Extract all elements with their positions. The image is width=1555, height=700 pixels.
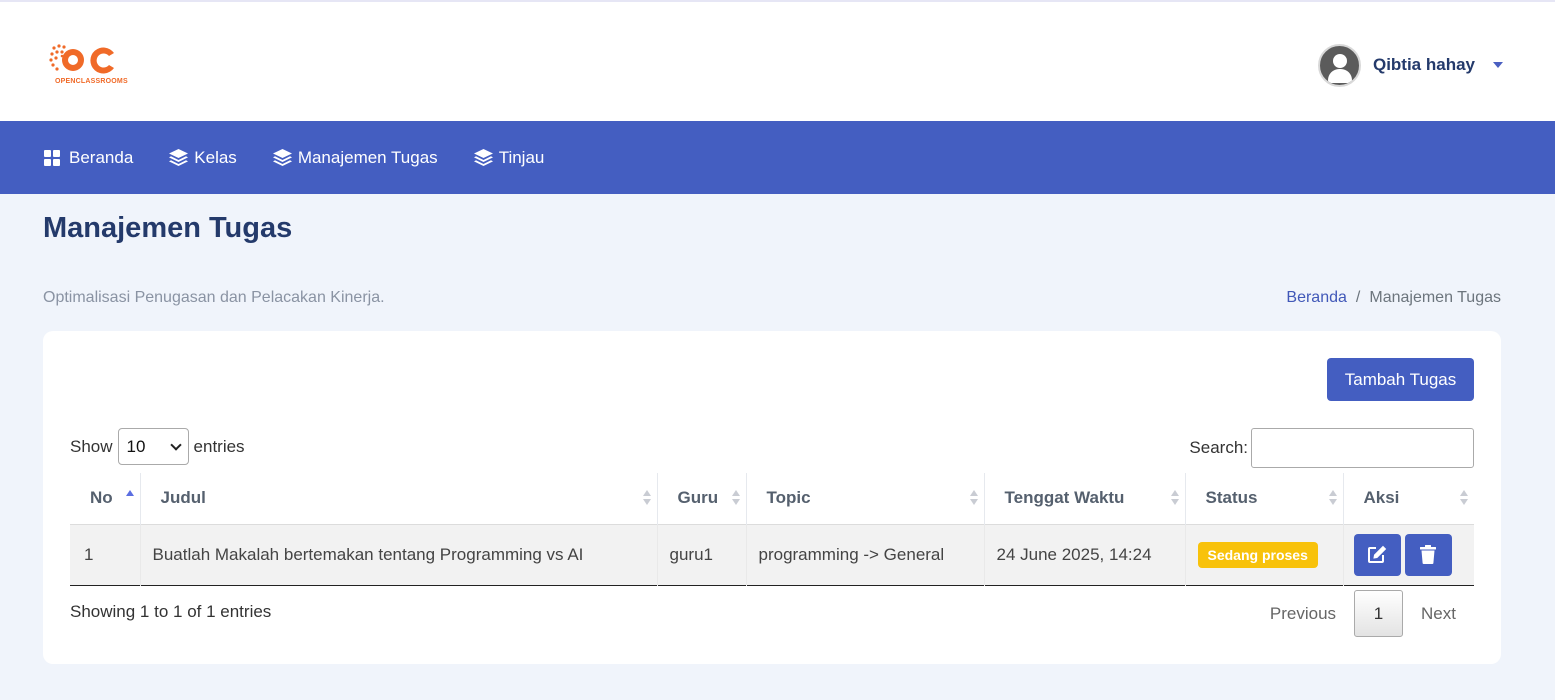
search-label: Search:	[1189, 438, 1248, 457]
delete-button[interactable]	[1404, 533, 1452, 576]
show-label: Show	[70, 436, 113, 456]
nav-item-manajemen-tugas[interactable]: Manajemen Tugas	[272, 147, 438, 168]
trash-icon	[1420, 545, 1436, 564]
entries-select-value: 10	[126, 436, 146, 456]
page-button-1[interactable]: 1	[1354, 590, 1404, 637]
main-nav: Beranda Kelas Manajemen Tugas Tinjau	[0, 121, 1555, 194]
edit-icon	[1368, 545, 1387, 563]
cell-guru: guru1	[657, 524, 747, 585]
status-badge: Sedang proses	[1197, 541, 1318, 568]
breadcrumb-current: Manajemen Tugas	[1369, 289, 1501, 306]
page-subtitle: Optimalisasi Penugasan dan Pelacakan Kin…	[43, 289, 385, 306]
chevron-down-icon	[169, 438, 182, 451]
nav-label: Tinjau	[498, 147, 545, 167]
cell-status: Sedang proses	[1185, 524, 1344, 585]
nav-label: Kelas	[194, 147, 237, 167]
pagination: Previous 1 Next	[1252, 590, 1474, 637]
table-info: Showing 1 to 1 of 1 entries	[70, 602, 272, 621]
nav-label: Manajemen Tugas	[297, 147, 438, 167]
table-row: 1 Buatlah Makalah bertemakan tentang Pro…	[70, 524, 1474, 585]
user-menu[interactable]: Qibtia hahay	[1317, 43, 1503, 87]
avatar[interactable]	[1317, 43, 1361, 87]
entries-select[interactable]: 10	[117, 428, 189, 465]
breadcrumb-separator: /	[1355, 289, 1361, 306]
sort-icon	[969, 490, 978, 506]
add-task-button[interactable]: Tambah Tugas	[1327, 358, 1474, 401]
nav-label: Beranda	[69, 147, 134, 167]
tasks-table: No Judul Guru Topic Tenggat Waktu Status…	[70, 473, 1474, 586]
caret-down-icon[interactable]	[1493, 62, 1503, 68]
sort-icon	[1328, 490, 1337, 506]
column-header-tenggat-waktu[interactable]: Tenggat Waktu	[984, 473, 1186, 524]
next-page-button[interactable]: Next	[1403, 604, 1474, 624]
column-header-no[interactable]: No	[70, 473, 141, 524]
column-header-aksi[interactable]: Aksi	[1343, 473, 1474, 524]
nav-item-beranda[interactable]: Beranda	[44, 148, 133, 168]
sort-icon	[1170, 490, 1179, 506]
column-header-status[interactable]: Status	[1185, 473, 1344, 524]
cell-no: 1	[70, 524, 141, 585]
cell-tenggat: 24 June 2025, 14:24	[984, 524, 1186, 585]
column-header-guru[interactable]: Guru	[657, 473, 747, 524]
breadcrumb-home-link[interactable]: Beranda	[1286, 289, 1347, 307]
sort-icon	[642, 490, 651, 506]
user-name[interactable]: Qibtia hahay	[1373, 55, 1475, 75]
top-header: OPENCLASSROOMS Qibtia hahay	[0, 0, 1555, 121]
page-title: Manajemen Tugas	[43, 212, 293, 244]
grid-icon	[44, 149, 61, 166]
entries-length-control: Show 10 entries	[70, 428, 245, 465]
entries-label: entries	[193, 436, 245, 456]
cell-topic: programming -> General	[746, 524, 985, 585]
tasks-card: Tambah Tugas Show 10 entries Search: No …	[43, 331, 1501, 664]
cell-aksi	[1343, 524, 1474, 585]
layers-icon	[169, 149, 189, 166]
sort-asc-icon	[125, 490, 134, 506]
layers-icon	[272, 149, 292, 166]
nav-item-kelas[interactable]: Kelas	[169, 148, 237, 168]
sort-icon	[731, 490, 740, 506]
cell-judul: Buatlah Makalah bertemakan tentang Progr…	[140, 524, 658, 585]
logo-subtext: OPENCLASSROOMS	[55, 78, 128, 85]
previous-page-button[interactable]: Previous	[1252, 604, 1354, 624]
column-header-topic[interactable]: Topic	[746, 473, 985, 524]
breadcrumb: Beranda / Manajemen Tugas	[1286, 289, 1501, 307]
layers-icon	[473, 149, 493, 166]
sort-icon	[1460, 490, 1468, 506]
edit-button[interactable]	[1353, 533, 1401, 576]
nav-item-tinjau[interactable]: Tinjau	[473, 147, 545, 168]
table-header-row: No Judul Guru Topic Tenggat Waktu Status…	[70, 473, 1474, 524]
search-control: Search:	[1189, 428, 1474, 468]
column-header-judul[interactable]: Judul	[140, 473, 658, 524]
search-input[interactable]	[1251, 428, 1474, 468]
